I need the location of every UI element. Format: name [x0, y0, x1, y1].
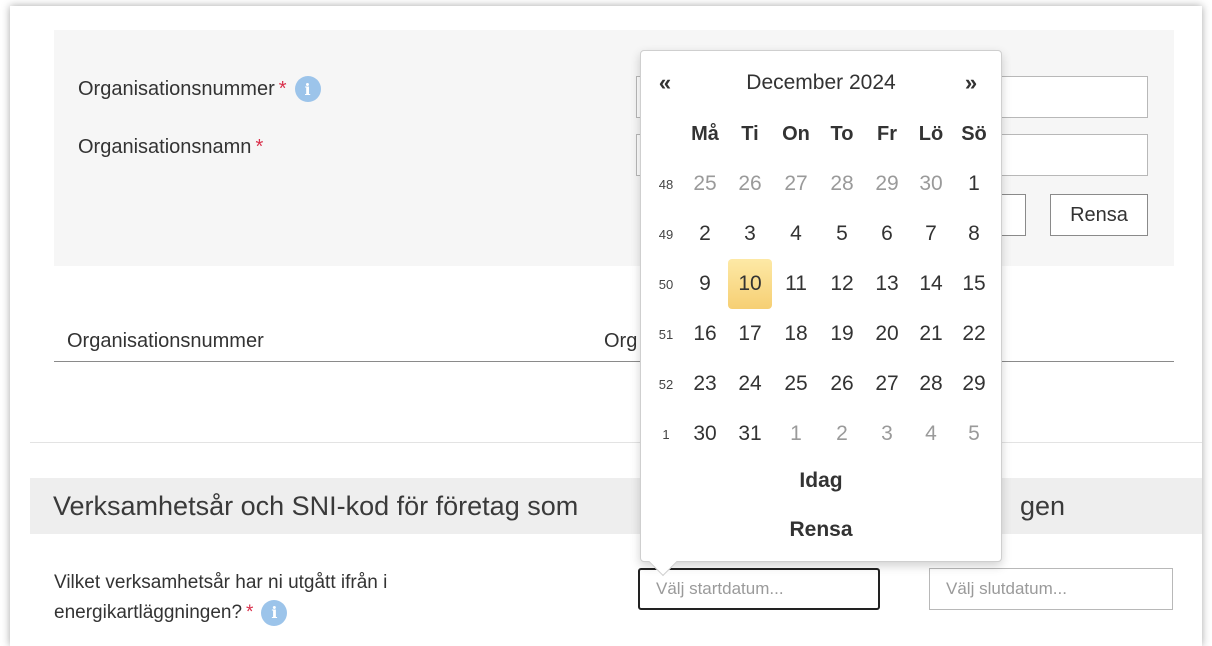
weekday-label: On [782, 122, 810, 145]
week-number: 49 [658, 226, 674, 242]
calendar-day[interactable]: 7 [909, 209, 953, 259]
year-question-label: Vilket verksamhetsår har ni utgått ifrån… [54, 572, 388, 623]
calendar-day[interactable]: 29 [865, 159, 909, 209]
datepicker-header: « December 2024 » [641, 63, 1001, 103]
weekday-label: Ti [741, 122, 759, 145]
calendar-day[interactable]: 13 [865, 259, 909, 309]
calendar-day[interactable]: 6 [865, 209, 909, 259]
calendar-week-row: 51 16 17 18 19 20 21 22 [641, 309, 1001, 359]
week-number: 51 [658, 326, 674, 342]
start-date-input[interactable] [638, 568, 880, 610]
calendar-day[interactable]: 3 [728, 209, 772, 259]
weekday-label: Lö [918, 122, 944, 145]
calendar-day[interactable]: 26 [820, 359, 864, 409]
calendar-day[interactable]: 27 [774, 159, 818, 209]
calendar-day[interactable]: 31 [728, 409, 772, 459]
required-mark: * [255, 136, 264, 158]
required-mark: * [278, 77, 287, 100]
clear-button-label: Rensa [1070, 203, 1128, 226]
calendar-day[interactable]: 26 [728, 159, 772, 209]
calendar-week-row: 52 23 24 25 26 27 28 29 [641, 359, 1001, 409]
calendar-day[interactable]: 30 [909, 159, 953, 209]
page-frame: Organisationsnummer * i Organisationsnam… [10, 6, 1202, 646]
calendar-day[interactable]: 22 [952, 309, 996, 359]
orgnr-label: Organisationsnummer [78, 77, 275, 100]
orgnamn-label-row: Organisationsnamn * [78, 136, 263, 159]
section-title-left: Verksamhetsår och SNI-kod för företag so… [53, 490, 579, 521]
required-mark: * [246, 602, 254, 623]
week-number: 1 [662, 426, 670, 442]
calendar-day[interactable]: 30 [683, 409, 727, 459]
clear-button[interactable]: Rensa [1050, 194, 1148, 236]
orgnamn-label: Organisationsnamn [78, 136, 252, 158]
week-number: 48 [658, 176, 674, 192]
weekday-label: To [830, 122, 854, 145]
weekday-label: Må [691, 122, 719, 145]
calendar-day[interactable]: 1 [952, 159, 996, 209]
section-title-right: gen [1020, 490, 1066, 521]
calendar-day[interactable]: 3 [865, 409, 909, 459]
calendar-week-row: 49 2 3 4 5 6 7 8 [641, 209, 1001, 259]
column-header-orgnamn[interactable]: Org [604, 330, 637, 353]
calendar-day[interactable]: 19 [820, 309, 864, 359]
calendar-day[interactable]: 4 [774, 209, 818, 259]
calendar-day[interactable]: 28 [820, 159, 864, 209]
calendar-day[interactable]: 16 [683, 309, 727, 359]
calendar-day[interactable]: 5 [952, 409, 996, 459]
calendar-day[interactable]: 24 [728, 359, 772, 409]
divider [30, 442, 1202, 443]
calendar-day[interactable]: 15 [952, 259, 996, 309]
column-header-orgnr[interactable]: Organisationsnummer [67, 330, 264, 353]
calendar-day[interactable]: 28 [909, 359, 953, 409]
calendar-week-row: 48 25 26 27 28 29 30 1 [641, 159, 1001, 209]
calendar-day[interactable]: 1 [774, 409, 818, 459]
today-button[interactable]: Idag [641, 457, 1001, 505]
end-date-input[interactable] [929, 568, 1173, 610]
datepicker-popup: « December 2024 » Må Ti On To Fr Lö Sö 48 25 26 27… [640, 50, 1002, 577]
calendar-day[interactable]: 25 [683, 159, 727, 209]
calendar-day[interactable]: 9 [683, 259, 727, 309]
calendar-day[interactable]: 5 [820, 209, 864, 259]
month-title[interactable]: December 2024 [691, 63, 951, 103]
calendar-day[interactable]: 14 [909, 259, 953, 309]
section-header: Verksamhetsår och SNI-kod för företag so… [30, 478, 1202, 534]
year-question: Vilket verksamhetsår har ni utgått ifrån… [54, 568, 534, 628]
calendar-day[interactable]: 8 [952, 209, 996, 259]
calendar-day[interactable]: 20 [865, 309, 909, 359]
orgnr-label-row: Organisationsnummer * i [78, 76, 321, 102]
calendar-day[interactable]: 18 [774, 309, 818, 359]
calendar-day[interactable]: 11 [774, 259, 818, 309]
calendar-day[interactable]: 2 [683, 209, 727, 259]
calendar-day[interactable]: 17 [728, 309, 772, 359]
info-icon[interactable]: i [294, 76, 321, 102]
calendar-day[interactable]: 12 [820, 259, 864, 309]
calendar-week-row: 50 9 10 11 12 13 14 15 [641, 259, 1001, 309]
calendar-day[interactable]: 2 [820, 409, 864, 459]
results-table-header: Organisationsnummer Org [54, 322, 1174, 362]
calendar-day[interactable]: 4 [909, 409, 953, 459]
calendar-day[interactable]: 27 [865, 359, 909, 409]
calendar-day[interactable]: 29 [952, 359, 996, 409]
clear-date-button[interactable]: Rensa [641, 506, 1001, 554]
weekday-label: Fr [877, 122, 897, 145]
calendar-week-row: 1 30 31 1 2 3 4 5 [641, 409, 1001, 459]
info-icon[interactable]: i [261, 599, 288, 626]
week-number: 52 [658, 376, 674, 392]
calendar-day[interactable]: 25 [774, 359, 818, 409]
calendar-day-today[interactable]: 10 [728, 259, 772, 309]
prev-month-button[interactable]: « [645, 63, 685, 103]
calendar-day[interactable]: 23 [683, 359, 727, 409]
week-number: 50 [658, 276, 674, 292]
weekday-header-row: Må Ti On To Fr Lö Sö [641, 109, 1001, 159]
calendar-day[interactable]: 21 [909, 309, 953, 359]
weekday-label: Sö [961, 122, 987, 145]
next-month-button[interactable]: » [951, 63, 991, 103]
